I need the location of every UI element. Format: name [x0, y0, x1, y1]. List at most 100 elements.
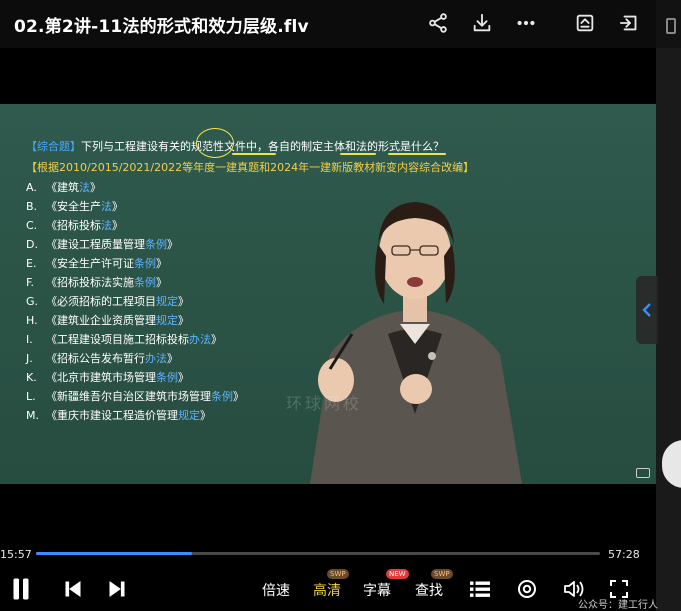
total-time: 57:28 — [608, 548, 640, 561]
option-item: L. 《新疆维吾尔自治区建筑市场管理条例》 — [26, 388, 244, 404]
option-letter: G. — [26, 295, 39, 308]
skip-previous-icon — [65, 581, 81, 597]
option-form-keyword: 法 — [79, 181, 90, 194]
option-text-end: 》 — [178, 314, 189, 327]
swp-badge: SWP — [431, 569, 453, 579]
question-line: 【综合题】下列与工程建设有关的规范性文件中，各自的制定主体和法的形式是什么？ — [26, 138, 444, 154]
video-canvas[interactable]: 【综合题】下列与工程建设有关的规范性文件中，各自的制定主体和法的形式是什么？ 【… — [0, 104, 656, 484]
option-letter: A. — [26, 181, 37, 194]
option-form-keyword: 条例 — [134, 276, 156, 289]
progress-bar[interactable] — [36, 552, 600, 555]
option-text: 《招标投标法实施 — [46, 276, 134, 289]
option-text: 《必须招标的工程项目 — [46, 295, 156, 308]
more-icon[interactable] — [513, 10, 539, 36]
option-form-keyword: 办法 — [189, 333, 211, 346]
option-form-keyword: 规定 — [156, 314, 178, 327]
question-source: 【根据2010/2015/2021/2022等年度一建真题和2024年一建新版教… — [26, 161, 475, 174]
speed-button[interactable]: 倍速 — [262, 580, 290, 600]
footer-watermark: 公众号：建工行人 — [578, 600, 658, 611]
screenshot-icon[interactable] — [572, 10, 598, 36]
option-letter: C. — [26, 219, 38, 232]
chevron-left-icon — [642, 303, 651, 317]
side-panel — [656, 0, 681, 611]
next-button[interactable] — [106, 576, 128, 602]
option-form-keyword: 办法 — [145, 352, 167, 365]
title-bar: 02.第2讲-11法的形式和效力层级.flv — [0, 0, 656, 48]
option-form-keyword: 条例 — [211, 390, 233, 403]
annotation-underline — [232, 153, 276, 155]
picture-in-picture-icon[interactable] — [636, 468, 650, 478]
previous-button[interactable] — [62, 576, 84, 602]
option-letter: M. — [26, 409, 39, 422]
option-letter: F. — [26, 276, 35, 289]
option-text-end: 》 — [156, 257, 167, 270]
option-text-end: 》 — [90, 181, 101, 194]
option-text: 《建设工程质量管理 — [46, 238, 145, 251]
option-item: K. 《北京市建筑市场管理条例》 — [26, 369, 189, 385]
option-text-end: 》 — [167, 352, 178, 365]
option-text-end: 》 — [112, 200, 123, 213]
option-letter: J. — [26, 352, 33, 365]
question-text: 下列与工程建设有关的规范性文件中，各自的制定主体和法的形式是什么？ — [81, 140, 444, 153]
option-item: F. 《招标投标法实施条例》 — [26, 274, 167, 290]
option-text-end: 》 — [167, 238, 178, 251]
quality-button[interactable]: 高清 — [313, 580, 341, 600]
option-item: H. 《建筑业企业资质管理规定》 — [26, 312, 189, 328]
skip-next-icon — [109, 581, 125, 597]
playlist-button[interactable] — [469, 576, 491, 602]
option-form-keyword: 法 — [101, 219, 112, 232]
collapse-panel-button[interactable] — [636, 276, 658, 344]
panel-icon[interactable] — [666, 18, 676, 34]
option-text-end: 》 — [112, 219, 123, 232]
annotation-underline — [340, 153, 376, 155]
avatar[interactable] — [662, 440, 681, 488]
option-letter: I. — [26, 333, 33, 346]
option-text: 《招标公告发布暂行 — [46, 352, 145, 365]
option-item: G. 《必须招标的工程项目规定》 — [26, 293, 189, 309]
option-text-end: 》 — [156, 276, 167, 289]
option-letter: L. — [26, 390, 36, 403]
option-item: J. 《招标公告发布暂行办法》 — [26, 350, 178, 366]
search-button[interactable]: 查找 — [415, 580, 443, 600]
option-letter: D. — [26, 238, 38, 251]
option-text: 《重庆市建设工程造价管理 — [46, 409, 178, 422]
question-tag: 【综合题】 — [26, 140, 81, 153]
list-icon — [470, 581, 490, 597]
settings-button[interactable] — [516, 576, 538, 602]
option-text: 《新疆维吾尔自治区建筑市场管理 — [46, 390, 211, 403]
option-letter: B. — [26, 200, 38, 213]
presenter-figure — [310, 202, 522, 484]
option-item: M. 《重庆市建设工程造价管理规定》 — [26, 407, 211, 423]
option-text: 《安全生产许可证 — [46, 257, 134, 270]
option-text-end: 》 — [200, 409, 211, 422]
option-text-end: 》 — [178, 371, 189, 384]
annotation-circle — [196, 128, 234, 158]
option-form-keyword: 规定 — [178, 409, 200, 422]
option-text: 《安全生产 — [46, 200, 101, 213]
share-icon[interactable] — [425, 10, 451, 36]
swp-badge: SWP — [327, 569, 349, 579]
option-item: B. 《安全生产法》 — [26, 198, 123, 214]
option-text: 《工程建设项目施工招标投标 — [46, 333, 189, 346]
progress-fill — [36, 552, 193, 555]
option-form-keyword: 法 — [101, 200, 112, 213]
target-settings-icon — [518, 580, 536, 598]
option-form-keyword: 条例 — [156, 371, 178, 384]
exit-window-icon[interactable] — [617, 10, 643, 36]
current-time: 15:57 — [0, 548, 32, 561]
option-text: 《建筑 — [46, 181, 79, 194]
option-item: I. 《工程建设项目施工招标投标办法》 — [26, 331, 222, 347]
pause-button[interactable] — [10, 576, 32, 602]
option-text-end: 》 — [178, 295, 189, 308]
option-item: A. 《建筑法》 — [26, 179, 101, 195]
subtitle-button[interactable]: 字幕 — [363, 580, 391, 600]
download-icon[interactable] — [469, 10, 495, 36]
option-letter: E. — [26, 257, 37, 270]
option-letter: H. — [26, 314, 38, 327]
option-text-end: 》 — [233, 390, 244, 403]
option-text: 《招标投标 — [46, 219, 101, 232]
option-letter: K. — [26, 371, 37, 384]
annotation-underline — [388, 153, 446, 155]
watermark: 环球网校 — [286, 394, 363, 413]
option-text: 《建筑业企业资质管理 — [46, 314, 156, 327]
